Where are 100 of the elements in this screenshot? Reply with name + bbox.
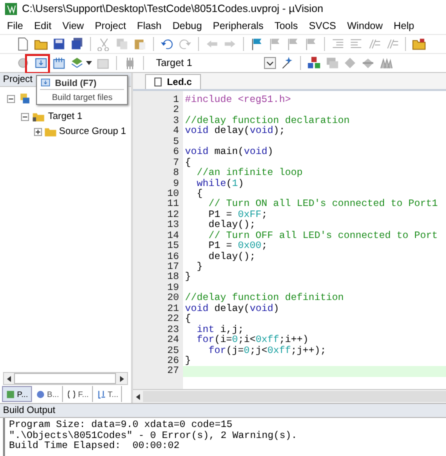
tooltip-description: Build target files: [51, 92, 114, 102]
line-number: 18: [166, 272, 180, 283]
line-number: 13: [166, 220, 180, 231]
code-line: for(j=0;j<0xff;j++);: [208, 346, 328, 356]
code-line: void main(void): [184, 147, 274, 158]
output-line: Program Size: data=9.0 xdata=0 code=15: [9, 420, 234, 430]
menu-item[interactable]: Tools: [274, 20, 298, 32]
undo-icon[interactable]: [160, 37, 174, 51]
comment-lines-icon[interactable]: [385, 37, 399, 51]
menu-item[interactable]: Edit: [34, 20, 52, 32]
build-icon: [40, 77, 51, 88]
line-number: 23: [166, 324, 180, 336]
tree-item[interactable]: Target 1: [48, 111, 82, 122]
code-line: void delay(void);: [184, 126, 286, 137]
menu-item[interactable]: File: [7, 20, 24, 32]
outdent-icon[interactable]: [349, 37, 363, 51]
menu-item[interactable]: Flash: [136, 20, 162, 32]
code-line: // Turn OFF all LED's connected to Port: [208, 230, 439, 242]
folder-icon[interactable]: [34, 37, 48, 51]
panel-title: Build Output: [3, 405, 56, 416]
line-number: 4: [172, 126, 180, 137]
collapse-icon[interactable]: [21, 112, 29, 120]
flag-icon[interactable]: [250, 37, 264, 51]
code-line: delay();: [208, 220, 257, 230]
file-icon: [154, 77, 162, 87]
line-number: 6: [172, 147, 180, 158]
code-line: }: [184, 272, 192, 283]
app-icon: [5, 3, 17, 15]
line-number: 8: [172, 168, 180, 178]
scrollbar[interactable]: [133, 389, 446, 403]
menu-item[interactable]: SVCS: [308, 20, 336, 32]
dropdown-arrow-icon[interactable]: [86, 60, 92, 66]
stack-icon[interactable]: [70, 56, 84, 70]
collapse-icon[interactable]: [7, 94, 15, 102]
save-icon[interactable]: [52, 37, 66, 51]
menu-item[interactable]: Peripherals: [212, 20, 264, 32]
scrollbar[interactable]: [3, 372, 128, 385]
output-line: ".\Objects\8051Codes" - 0 Error(s), 2 Warning(s).: [9, 430, 298, 441]
line-number: 19: [166, 282, 180, 294]
rebuild-icon[interactable]: [52, 56, 66, 70]
output-line: Build Time Elapsed: 00:00:02: [9, 441, 180, 452]
diamond-icon[interactable]: [361, 56, 375, 70]
code-line: //an infinite loop: [196, 168, 304, 178]
dropdown-icon[interactable]: [264, 57, 276, 69]
code-line: P1 = 0x00;: [208, 241, 268, 252]
line-number: 1: [172, 95, 180, 106]
left-arrow-icon[interactable]: [5, 374, 13, 382]
code-line: void delay(void): [184, 304, 280, 314]
blocks-icon[interactable]: [307, 56, 321, 70]
code-line: }: [196, 262, 204, 272]
line-number: 22: [166, 314, 180, 325]
line-number: 17: [166, 262, 180, 272]
expand-icon[interactable]: [34, 128, 42, 136]
line-number: 2: [172, 105, 180, 116]
right-arrow-icon[interactable]: [118, 374, 126, 382]
new-file-icon[interactable]: [16, 37, 30, 51]
code-line: while(1): [196, 178, 245, 188]
tree-item[interactable]: Source Group 1: [59, 126, 126, 137]
panel-title: Project: [3, 74, 33, 85]
code-line: int i,j;: [196, 324, 244, 335]
menu-item[interactable]: Window: [347, 20, 383, 32]
line-number: 20: [166, 293, 180, 304]
line-number: 9: [172, 178, 180, 189]
save-all-icon[interactable]: [70, 37, 84, 51]
indent-icon[interactable]: [331, 37, 345, 51]
comment-lines-icon[interactable]: [367, 37, 381, 51]
left-arrow-icon[interactable]: [134, 392, 142, 400]
scissors-icon[interactable]: [97, 37, 111, 51]
braces-icon: [67, 390, 76, 398]
code-line: //delay function definition: [184, 293, 345, 304]
code-line: #include <reg51.h>: [184, 95, 292, 106]
menu-item[interactable]: Debug: [172, 20, 202, 32]
line-number: 12: [166, 210, 180, 220]
tooltip-title: Build (F7): [55, 78, 96, 88]
code-line: for(i=0;i<0xff;i++): [196, 335, 310, 346]
line-number: 26: [166, 356, 180, 366]
book-icon: [36, 390, 45, 398]
line-number: 7: [172, 158, 180, 168]
code-line: // Turn ON all LED's connected to Port1: [208, 199, 439, 210]
line-number: 10: [166, 188, 180, 200]
line-number: 5: [172, 136, 180, 148]
paste-icon[interactable]: [133, 37, 147, 51]
project-icon: [18, 92, 31, 105]
window-title: C:\Users\Support\Desktop\TestCode\8051Codes.uvproj - µVision: [22, 3, 324, 15]
menu-item[interactable]: Help: [394, 20, 414, 32]
line-number: 16: [166, 252, 180, 262]
wand-icon[interactable]: [280, 56, 294, 70]
build-icon[interactable]: [34, 56, 48, 70]
line-number: 11: [166, 199, 180, 210]
code-line: {: [184, 314, 192, 325]
file-tab[interactable]: Led.c: [145, 74, 201, 89]
target-select[interactable]: Target 1: [150, 56, 276, 70]
menu-item[interactable]: Project: [94, 20, 126, 32]
line-number: 15: [166, 241, 180, 252]
code-line: {: [184, 158, 192, 168]
line-number: 25: [166, 346, 180, 356]
folder-icon[interactable]: [412, 37, 426, 51]
panel-tab[interactable]: P...: [2, 386, 32, 402]
code-line: P1 = 0xFF;: [208, 210, 268, 220]
menu-item[interactable]: View: [62, 20, 84, 32]
